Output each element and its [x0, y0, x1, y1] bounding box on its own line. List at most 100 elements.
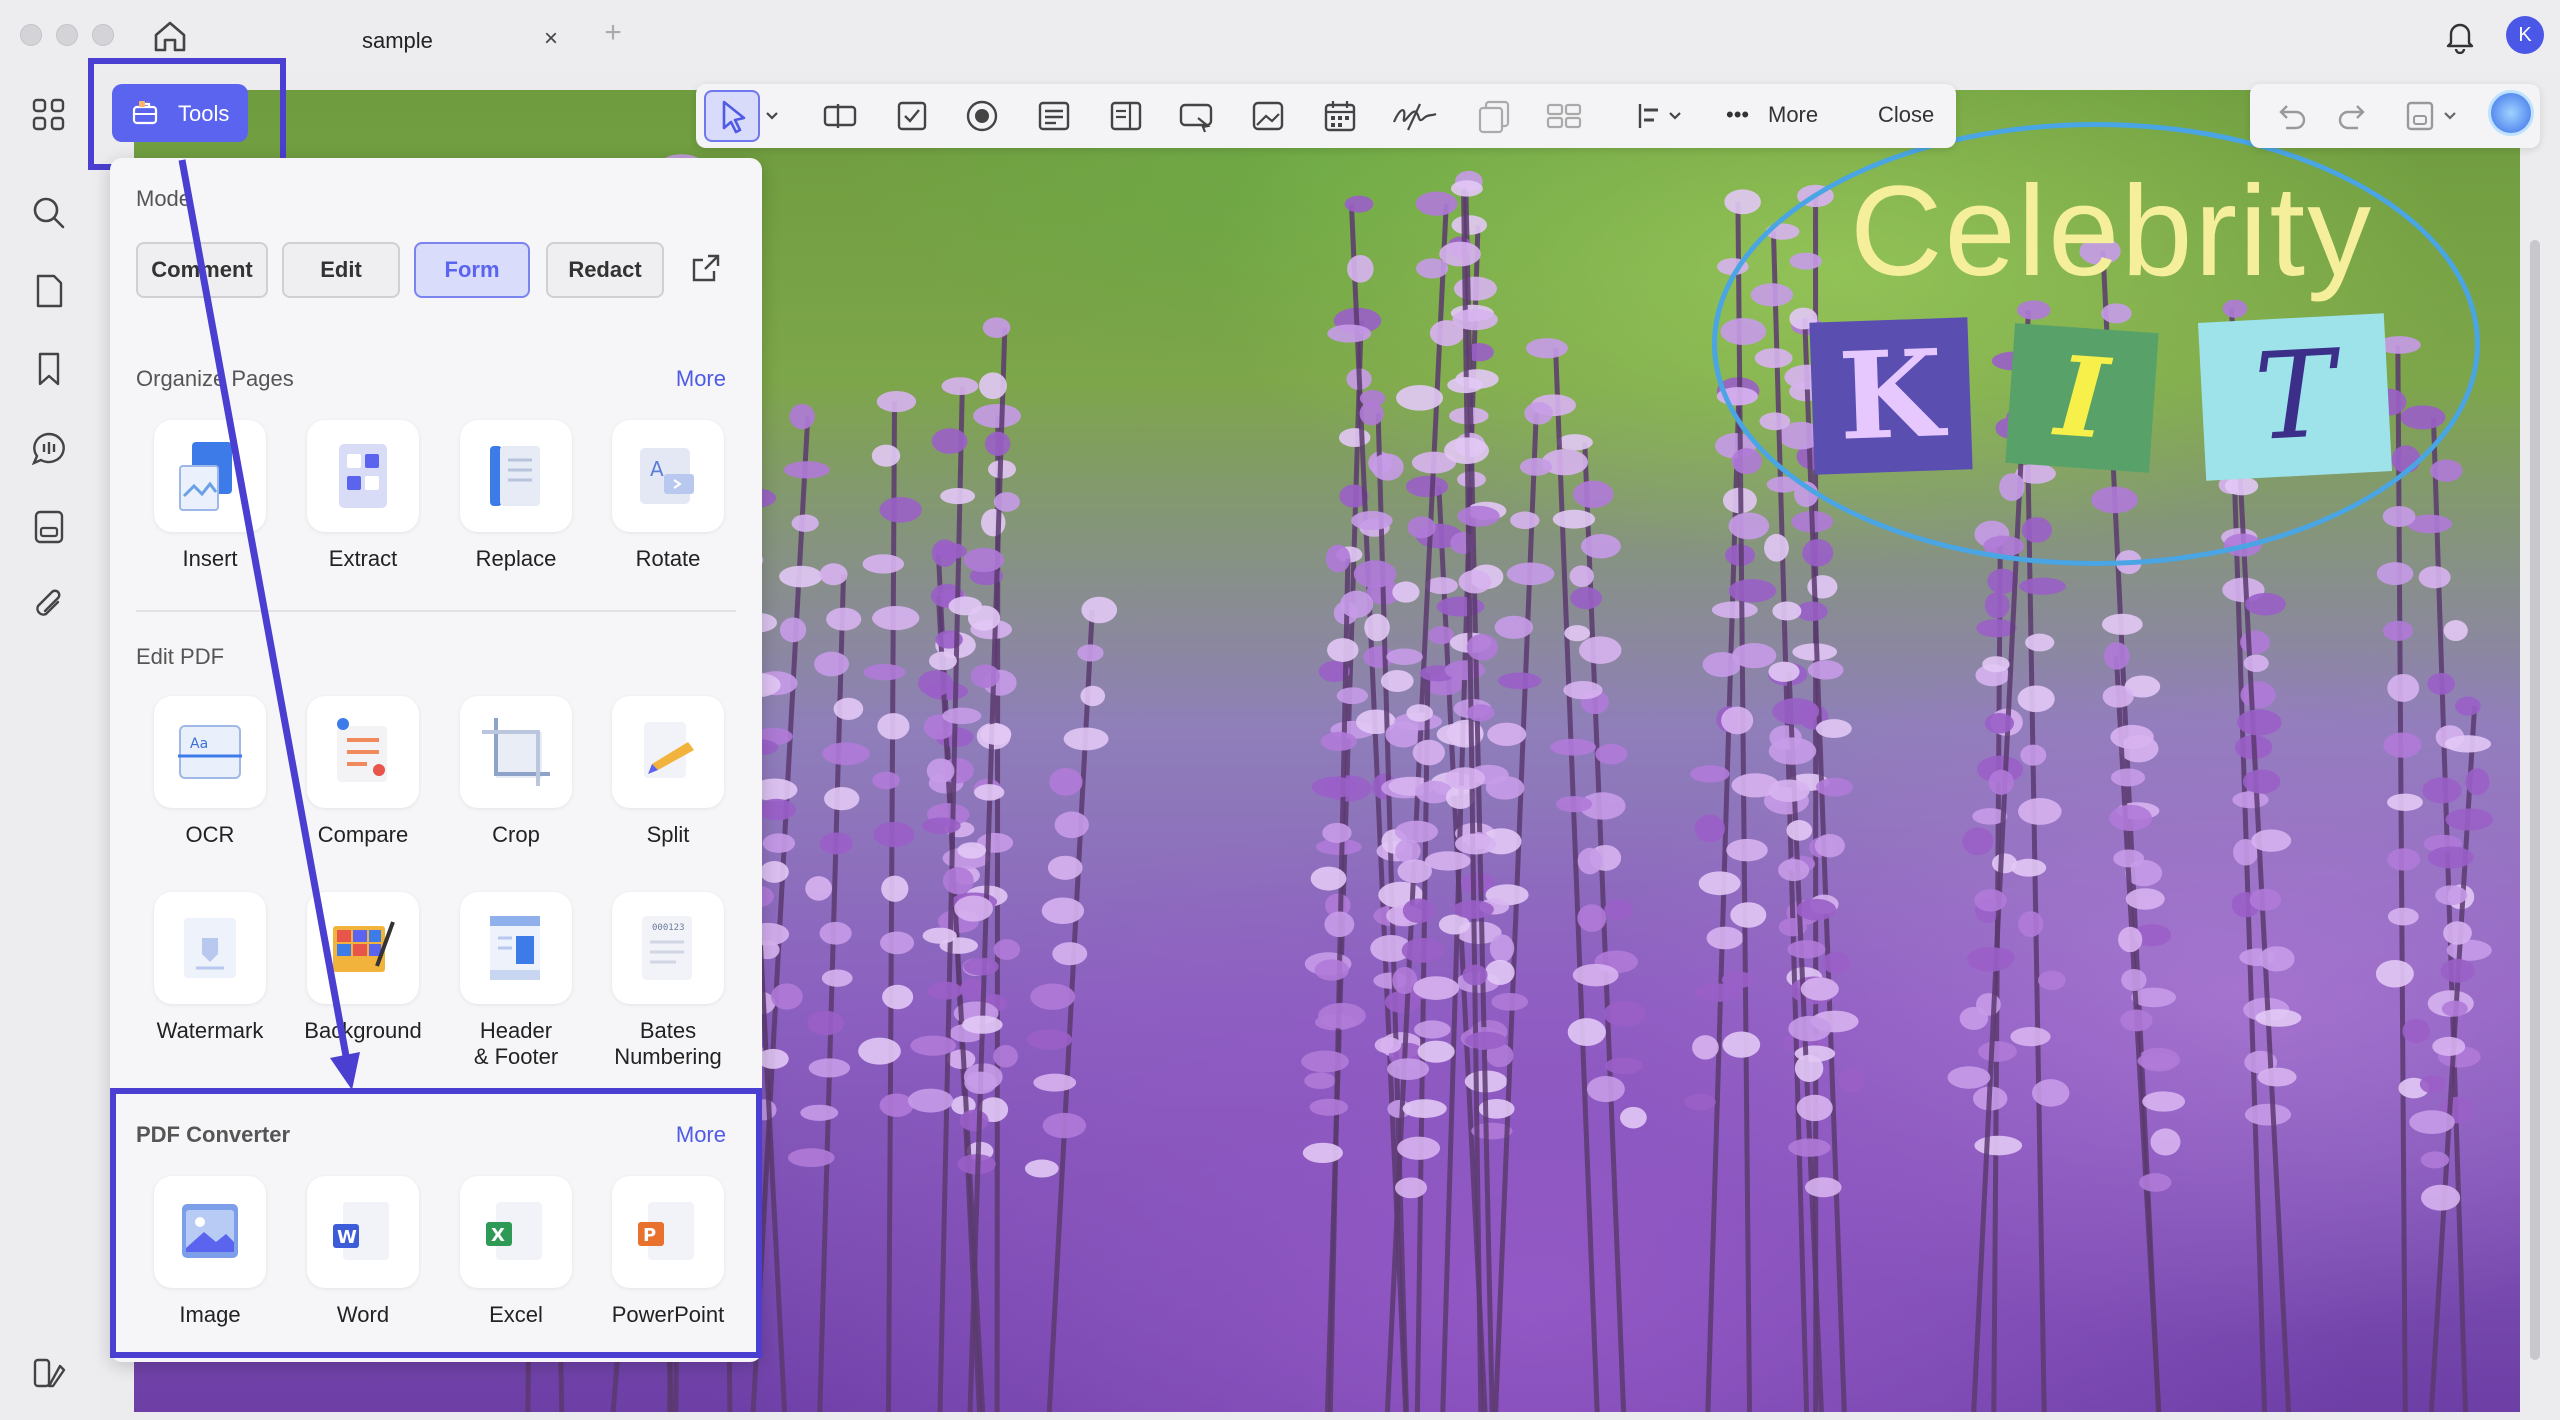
converter-highlight-box — [110, 1088, 762, 1358]
date-field-icon[interactable] — [1320, 96, 1360, 136]
compare-tool[interactable]: Compare — [303, 696, 423, 848]
compare-icon — [337, 718, 387, 782]
compare-label: Compare — [317, 822, 409, 847]
insert-tool[interactable]: Insert — [150, 420, 270, 572]
radio-icon[interactable] — [962, 96, 1002, 136]
duplicate-icon[interactable] — [1474, 96, 1514, 136]
text-field-icon[interactable] — [820, 96, 860, 136]
svg-text:000123: 000123 — [652, 923, 685, 933]
redo-icon[interactable] — [2334, 96, 2374, 136]
letter-t-sticker: T — [2197, 313, 2393, 481]
extract-icon — [339, 444, 387, 508]
organize-more-link[interactable]: More — [676, 366, 726, 392]
toolbar-more-button[interactable]: More — [1768, 102, 1818, 128]
rotate-label: Rotate — [635, 546, 701, 571]
more-dots-icon[interactable]: ••• — [1726, 102, 1756, 128]
mode-form-button[interactable]: Form — [414, 242, 530, 298]
vertical-scrollbar[interactable] — [2530, 240, 2540, 1360]
ai-assistant-icon[interactable] — [2488, 90, 2534, 136]
extract-tool[interactable]: Extract — [303, 420, 423, 572]
split-tool[interactable]: Split — [608, 696, 728, 848]
header-footer-label: Header & Footer — [473, 1018, 559, 1069]
svg-text:A: A — [650, 457, 664, 481]
rotate-tool[interactable]: A Rotate — [608, 420, 728, 572]
grid-icon[interactable] — [1544, 96, 1584, 136]
ocr-label: OCR — [185, 822, 235, 847]
ocr-icon: Aa — [178, 725, 242, 779]
align-icon[interactable] — [1632, 96, 1688, 136]
tab-title: sample — [362, 28, 433, 53]
mode-section-title: Mode — [136, 186, 192, 211]
title-bar: sample × + K — [0, 0, 2560, 72]
replace-icon — [490, 446, 540, 506]
sidebar-toggle-icon[interactable] — [28, 1352, 70, 1394]
close-window-button[interactable] — [20, 24, 42, 46]
extract-label: Extract — [328, 546, 398, 571]
search-icon[interactable] — [28, 192, 70, 234]
notification-bell-icon[interactable] — [2442, 18, 2478, 54]
replace-label: Replace — [475, 546, 557, 571]
watermark-tool[interactable]: Watermark — [150, 892, 270, 1044]
crop-tool[interactable]: Crop — [456, 696, 576, 848]
left-rail — [0, 72, 100, 1420]
button-icon[interactable] — [1176, 96, 1216, 136]
ocr-tool[interactable]: Aa OCR — [150, 696, 270, 848]
bookmark-icon[interactable] — [28, 348, 70, 390]
mode-edit-button[interactable]: Edit — [282, 242, 400, 298]
save-icon[interactable] — [2400, 96, 2440, 136]
page-icon[interactable] — [28, 270, 70, 312]
svg-text:Aa: Aa — [190, 736, 208, 752]
organize-icon[interactable] — [28, 506, 70, 548]
bates-numbering-label: Bates Numbering — [614, 1018, 722, 1069]
crop-icon — [482, 718, 550, 786]
list-box-icon[interactable] — [1034, 96, 1074, 136]
mode-redact-button[interactable]: Redact — [546, 242, 664, 298]
select-icon — [722, 100, 746, 134]
split-icon — [644, 722, 694, 778]
background-label: Background — [304, 1018, 422, 1043]
bates-numbering-icon: 000123 — [642, 916, 692, 980]
section-divider — [136, 610, 736, 612]
attachment-icon[interactable] — [28, 584, 70, 626]
toolbar-close-button[interactable]: Close — [1878, 102, 1934, 128]
bates-numbering-tool[interactable]: 000123 Bates Numbering — [608, 892, 728, 1070]
dropdown-icon[interactable] — [1106, 96, 1146, 136]
insert-label: Insert — [182, 546, 238, 571]
rotate-icon: A — [640, 448, 694, 504]
celebrity-title: Celebrity — [1850, 160, 2374, 303]
open-external-icon[interactable] — [688, 250, 724, 286]
split-label: Split — [646, 822, 690, 847]
signature-icon[interactable] — [1390, 96, 1440, 136]
save-chevron-down-icon[interactable] — [2440, 96, 2460, 136]
form-toolbar: ••• More Close — [696, 84, 1956, 148]
watermark-label: Watermark — [156, 1018, 264, 1043]
checkbox-icon[interactable] — [892, 96, 932, 136]
zoom-window-button[interactable] — [92, 24, 114, 46]
tab-close-button[interactable]: × — [536, 24, 566, 54]
user-avatar[interactable]: K — [2506, 16, 2544, 54]
insert-icon — [179, 442, 232, 511]
header-footer-tool[interactable]: Header & Footer — [456, 892, 576, 1070]
watermark-icon — [184, 918, 236, 978]
background-icon — [333, 921, 395, 972]
crop-label: Crop — [492, 822, 540, 847]
minimize-window-button[interactable] — [56, 24, 78, 46]
edit-pdf-title: Edit PDF — [136, 644, 225, 669]
letter-k-sticker: K — [1809, 317, 1973, 475]
replace-tool[interactable]: Replace — [456, 420, 576, 572]
undo-icon[interactable] — [2270, 96, 2310, 136]
apps-icon[interactable] — [28, 94, 70, 136]
new-tab-button[interactable]: + — [598, 18, 628, 48]
image-field-icon[interactable] — [1248, 96, 1288, 136]
select-tool-button[interactable] — [704, 90, 760, 142]
comment-icon[interactable] — [28, 428, 70, 470]
organize-pages-title: Organize Pages — [136, 366, 294, 391]
background-tool[interactable]: Background — [303, 892, 423, 1044]
chevron-down-icon[interactable] — [762, 96, 782, 136]
tools-highlight-box — [88, 58, 286, 170]
document-tab[interactable]: sample × — [228, 8, 578, 64]
header-footer-icon — [490, 916, 540, 980]
letter-i-sticker: I — [2005, 323, 2159, 473]
mode-comment-button[interactable]: Comment — [136, 242, 268, 298]
home-icon[interactable] — [150, 16, 190, 56]
